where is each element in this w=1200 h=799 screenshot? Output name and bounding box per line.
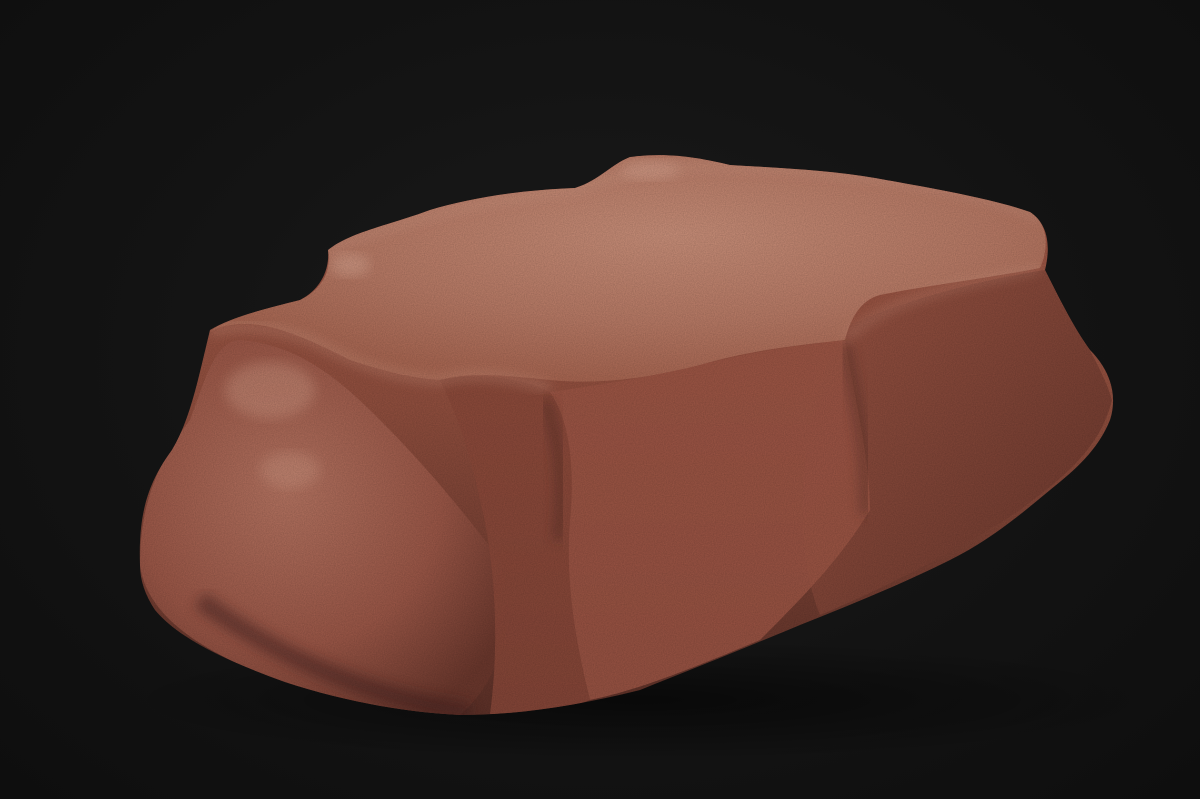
render-viewport <box>0 0 1200 799</box>
rock-render <box>120 155 1160 760</box>
